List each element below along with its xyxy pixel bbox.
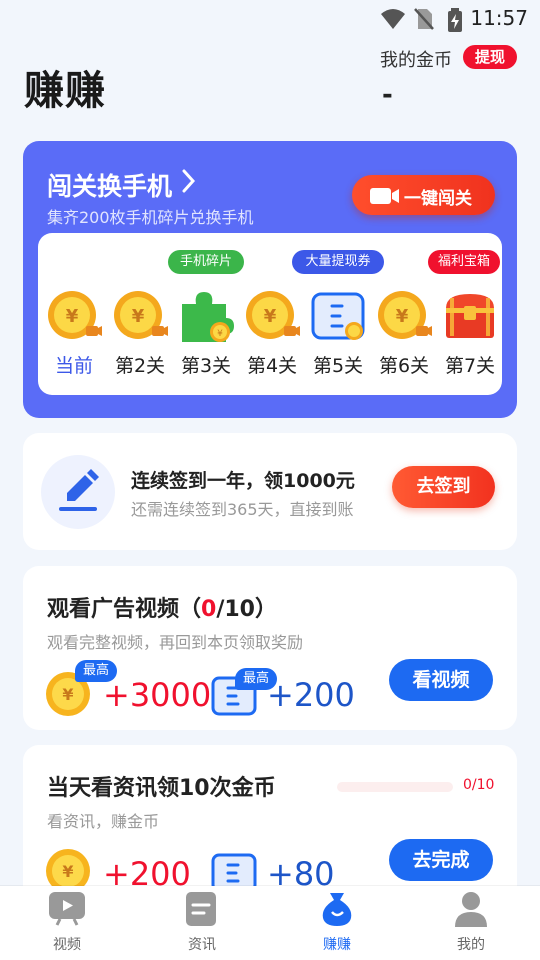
coin-icon: ¥ [112,288,168,344]
pencil-icon [41,455,115,529]
level-item[interactable]: ¥ 第2关 [107,233,173,395]
challenge-title[interactable]: 闯关换手机 [47,167,172,203]
level-label: 当前 [54,355,93,377]
svg-text:¥: ¥ [132,306,145,327]
svg-text:¥: ¥ [264,306,277,327]
svg-text:¥: ¥ [66,306,79,327]
treasure-chest-icon [442,288,498,344]
level-label: 第2关 [114,355,166,377]
one-key-label: 一键闯关 [404,189,472,209]
one-key-challenge-button[interactable]: 一键闯关 [352,175,495,215]
level-label: 第7关 [444,355,496,377]
nav-item-earn[interactable]: 赚赚 [292,886,382,960]
level-label: 第3关 [180,355,232,377]
coin-balance: - [382,80,393,110]
status-bar: 11:57 [0,0,540,36]
svg-text:¥: ¥ [396,306,409,327]
level-label: 第5关 [312,355,364,377]
coupon-reward: +200 [267,676,355,714]
bottom-nav: 视频 资讯 赚赚 我的 [0,886,540,960]
chevron-right-icon[interactable] [181,167,197,195]
my-coins-label: 我的金币 [380,50,452,71]
video-task-subtitle: 观看完整视频，再回到本页领取奖励 [47,633,304,652]
money-bag-icon [322,893,352,926]
nav-item-mine[interactable]: 我的 [426,886,516,960]
svg-text:¥: ¥ [62,685,73,704]
level-reward-tag: 手机碎片 [168,250,244,274]
level-item[interactable]: ¥ 第6关 [371,233,437,395]
news-task-card: 当天看资讯领10次金币 0/10 看资讯，赚金币 ¥ +200 +80 去完成 [23,745,517,905]
cash-coupon-icon [310,288,366,344]
challenge-subtitle: 集齐200枚手机碎片兑换手机 [47,208,254,227]
withdraw-button[interactable]: 提现 [463,45,517,69]
wifi-icon [381,9,405,29]
news-task-title: 当天看资讯领10次金币 [47,776,276,801]
coin-reward: +3000 [103,676,212,714]
news-progress-text: 0/10 [463,777,495,793]
level-label: 第6关 [378,355,430,377]
no-sim-icon [414,8,434,30]
coin-icon: ¥ [376,288,432,344]
sign-in-button[interactable]: 去签到 [392,466,495,508]
phone-fragment-icon: ¥ [178,288,234,344]
sign-in-title: 连续签到一年，领1000元 [131,470,355,492]
battery-charging-icon [448,8,462,32]
video-task-title: 观看广告视频（0/10） [47,597,277,622]
complete-news-button[interactable]: 去完成 [389,839,493,881]
svg-text:¥: ¥ [217,329,223,339]
video-camera-icon [370,188,399,204]
nav-item-video[interactable]: 视频 [22,886,112,960]
tv-icon [49,892,85,926]
nav-label: 视频 [53,937,81,953]
page-title: 赚赚 [24,68,106,114]
nav-item-news[interactable]: 资讯 [157,886,247,960]
challenge-card: 闯关换手机 集齐200枚手机碎片兑换手机 一键闯关 ¥ 当前 ¥ 第2关 ¥ 第3关 手机碎… [23,141,517,418]
sign-in-subtitle: 还需连续签到365天，直接到账 [131,500,354,519]
nav-label: 资讯 [188,937,216,953]
nav-label: 赚赚 [323,937,351,953]
video-task-card: 观看广告视频（0/10） 观看完整视频，再回到本页领取奖励 ¥ 最高 +3000… [23,566,517,730]
sign-in-card: 连续签到一年，领1000元 还需连续签到365天，直接到账 去签到 [23,433,517,550]
status-time: 11:57 [470,6,528,30]
coin-icon: ¥ [46,288,102,344]
levels-strip: ¥ 当前 ¥ 第2关 ¥ 第3关 手机碎片 ¥ 第4关 第5关 大量提现券 ¥ 第6关 第7关 福利宝箱 [38,233,502,395]
news-task-subtitle: 看资讯，赚金币 [47,812,160,831]
person-icon [455,892,487,927]
level-item[interactable]: ¥ 当前 [41,233,107,395]
document-icon [186,892,216,926]
nav-label: 我的 [457,937,485,953]
coin-icon: ¥ [244,288,300,344]
level-label: 第4关 [246,355,298,377]
watch-video-button[interactable]: 看视频 [389,659,493,701]
news-progress-bar [337,782,453,792]
svg-text:¥: ¥ [62,862,73,881]
level-reward-tag: 福利宝箱 [428,250,500,274]
